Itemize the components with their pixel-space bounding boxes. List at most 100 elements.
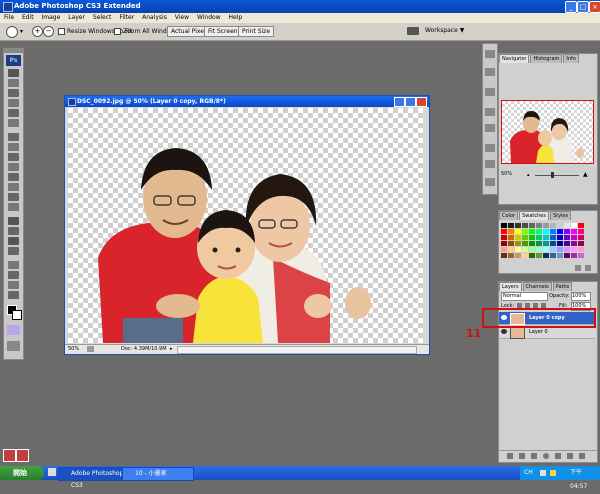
- color-swatch[interactable]: [571, 241, 577, 246]
- ime-icon-2[interactable]: [16, 449, 29, 462]
- zoom-out-icon[interactable]: −: [43, 26, 54, 37]
- menu-window[interactable]: Window: [197, 13, 221, 23]
- color-swatch[interactable]: [578, 247, 584, 252]
- color-swatch[interactable]: [501, 229, 507, 234]
- screen-mode-icon[interactable]: [7, 341, 20, 351]
- color-swatch[interactable]: [564, 223, 570, 228]
- color-swatch[interactable]: [557, 247, 563, 252]
- tools-panel-grip[interactable]: [4, 49, 23, 53]
- navigator-zoom-in-icon[interactable]: ▲: [583, 171, 588, 178]
- crop-tool-icon[interactable]: [8, 109, 19, 117]
- layer-mask-icon[interactable]: [531, 453, 537, 459]
- color-swatch[interactable]: [536, 229, 542, 234]
- dodge-tool-icon[interactable]: [8, 203, 19, 211]
- color-swatch[interactable]: [522, 235, 528, 240]
- color-swatch[interactable]: [515, 229, 521, 234]
- navigator-zoom-value[interactable]: 50%: [501, 171, 512, 177]
- color-swatch[interactable]: [515, 253, 521, 258]
- history-brush-tool-icon[interactable]: [8, 163, 19, 171]
- color-swatch[interactable]: [571, 247, 577, 252]
- color-swatch[interactable]: [508, 229, 514, 234]
- palette-well-icon[interactable]: [407, 27, 419, 35]
- layer-visibility-eye-icon[interactable]: [501, 329, 507, 334]
- color-swatch[interactable]: [536, 253, 542, 258]
- color-swatch[interactable]: [550, 253, 556, 258]
- maximize-button[interactable]: □: [577, 1, 589, 13]
- menu-filter[interactable]: Filter: [119, 13, 134, 23]
- color-swatch[interactable]: [501, 247, 507, 252]
- color-swatch[interactable]: [536, 241, 542, 246]
- horizontal-scrollbar[interactable]: [177, 346, 417, 354]
- layer-style-icon[interactable]: [519, 453, 525, 459]
- menu-edit[interactable]: Edit: [22, 13, 34, 23]
- color-swatch[interactable]: [543, 223, 549, 228]
- color-swatch[interactable]: [515, 241, 521, 246]
- print-size-button[interactable]: Print Size: [238, 26, 275, 37]
- color-swatch[interactable]: [564, 235, 570, 240]
- navigator-preview[interactable]: [501, 100, 594, 164]
- quicklaunch-icon-1[interactable]: [48, 468, 56, 476]
- magic-wand-tool-icon[interactable]: [8, 99, 19, 107]
- color-swatch[interactable]: [557, 253, 563, 258]
- opacity-input[interactable]: 100%: [571, 292, 591, 301]
- tab-navigator[interactable]: Navigator: [499, 54, 530, 63]
- move-tool-icon[interactable]: [8, 69, 19, 77]
- navigator-zoom-out-icon[interactable]: ▴: [527, 172, 530, 178]
- color-swatch[interactable]: [578, 241, 584, 246]
- marquee-tool-icon[interactable]: [8, 79, 19, 87]
- color-swatch[interactable]: [501, 223, 507, 228]
- zoom-all-windows-checkbox[interactable]: [114, 28, 121, 35]
- color-swatch[interactable]: [543, 235, 549, 240]
- color-swatch[interactable]: [564, 247, 570, 252]
- color-swatch[interactable]: [522, 247, 528, 252]
- adjustment-layer-icon[interactable]: [543, 453, 549, 459]
- link-layers-icon[interactable]: [507, 453, 513, 459]
- background-color-swatch[interactable]: [12, 310, 22, 320]
- menu-view[interactable]: View: [175, 13, 189, 23]
- history-panel-icon[interactable]: [485, 108, 495, 116]
- character-panel-icon[interactable]: [485, 144, 495, 152]
- color-swatch[interactable]: [508, 241, 514, 246]
- new-layer-icon[interactable]: [567, 453, 573, 459]
- color-swatch[interactable]: [508, 253, 514, 258]
- zoom-tool-icon[interactable]: [6, 26, 18, 38]
- eraser-tool-icon[interactable]: [8, 173, 19, 181]
- color-swatch[interactable]: [501, 253, 507, 258]
- hand-tool-icon[interactable]: [8, 281, 19, 289]
- color-swatch[interactable]: [543, 253, 549, 258]
- color-swatch[interactable]: [501, 235, 507, 240]
- color-swatch[interactable]: [564, 241, 570, 246]
- color-swatch[interactable]: [515, 247, 521, 252]
- layer-comps-panel-icon[interactable]: [485, 178, 495, 186]
- color-swatch[interactable]: [543, 241, 549, 246]
- navigator-zoom-slider[interactable]: [535, 175, 579, 176]
- close-button[interactable]: ×: [589, 1, 600, 13]
- color-swatch[interactable]: [522, 253, 528, 258]
- menu-analysis[interactable]: Analysis: [142, 13, 167, 23]
- color-swatch[interactable]: [508, 223, 514, 228]
- color-swatch[interactable]: [550, 241, 556, 246]
- tab-layers[interactable]: Layers: [499, 282, 522, 291]
- tab-color[interactable]: Color: [499, 211, 519, 220]
- color-swatch[interactable]: [571, 235, 577, 240]
- color-swatch[interactable]: [522, 229, 528, 234]
- zoom-tool-panel-icon[interactable]: [8, 291, 19, 299]
- color-swatch[interactable]: [536, 247, 542, 252]
- pen-tool-icon[interactable]: [8, 217, 19, 225]
- image-canvas[interactable]: [68, 108, 423, 343]
- tab-info[interactable]: Info: [563, 54, 579, 63]
- clone-source-panel-icon[interactable]: [485, 88, 495, 96]
- brushes-panel-icon[interactable]: [485, 50, 495, 58]
- doc-minimize-button[interactable]: [394, 97, 405, 107]
- color-swatch[interactable]: [543, 229, 549, 234]
- color-swatch[interactable]: [508, 235, 514, 240]
- menu-image[interactable]: Image: [42, 13, 61, 23]
- taskbar-item-photoshop[interactable]: Adobe Photoshop CS3: [58, 467, 130, 489]
- color-swatch[interactable]: [529, 235, 535, 240]
- workspace-menu[interactable]: Workspace ▼: [425, 27, 464, 34]
- fit-screen-button[interactable]: Fit Screen: [204, 26, 242, 37]
- color-swatch[interactable]: [522, 241, 528, 246]
- color-swatch[interactable]: [515, 235, 521, 240]
- color-swatch[interactable]: [578, 223, 584, 228]
- color-swatch[interactable]: [571, 253, 577, 258]
